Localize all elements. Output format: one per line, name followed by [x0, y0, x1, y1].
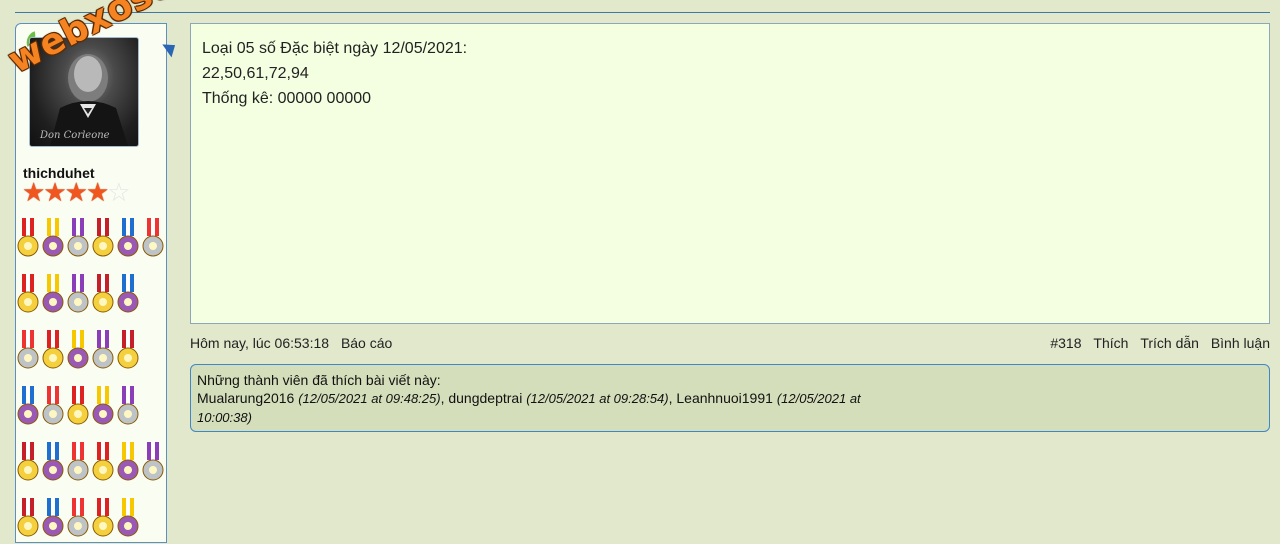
- like-button[interactable]: Thích: [1093, 335, 1128, 351]
- post-line: 22,50,61,72,94: [202, 65, 309, 82]
- medal-badge-icon: [117, 386, 139, 425]
- post-line: Thống kê: 00000 00000: [202, 90, 372, 107]
- medal-badge-icon: [17, 274, 39, 313]
- medal-badge-icon: [42, 274, 64, 313]
- star-icon: ★: [64, 177, 88, 207]
- medal-badge-icon: [142, 218, 164, 257]
- medal-badge-icon: [117, 330, 139, 369]
- medal-badge-icon: [92, 386, 114, 425]
- medal-badge-icon: [67, 442, 89, 481]
- medal-badge-icon: [67, 274, 89, 313]
- medal-badge-icon: [117, 498, 139, 537]
- pointer-arrow-icon: [162, 38, 180, 58]
- star-icon: ★: [43, 177, 66, 207]
- medal-badge-icon: [17, 330, 39, 369]
- medal-badge-icon: [42, 442, 64, 481]
- svg-text:Don Corleone: Don Corleone: [39, 130, 110, 141]
- medal-badge-icon: [42, 498, 64, 537]
- medal-badge-icon: [42, 330, 64, 369]
- medal-badge-icon: [17, 218, 39, 257]
- comment-button[interactable]: Bình luận: [1211, 335, 1270, 351]
- medal-badge-icon: [92, 330, 114, 369]
- medal-badge-icon: [42, 386, 64, 425]
- medal-badge-icon: [117, 274, 139, 313]
- user-rating-stars: ★★★★☆: [22, 177, 131, 207]
- liker-time: (12/05/2021 at 09:48:25): [298, 391, 441, 406]
- medal-badge-icon: [92, 274, 114, 313]
- user-info-panel: Don Corleone thichduhet ★★★★☆: [15, 23, 180, 543]
- medal-badge-icon: [67, 330, 89, 369]
- medal-badge-icon: [67, 386, 89, 425]
- liker-time: (12/05/2021 at 09:28:54): [526, 391, 669, 406]
- medal-badge-icon: [92, 218, 114, 257]
- post-timestamp: Hôm nay, lúc 06:53:18: [190, 335, 330, 351]
- medal-badge-icon: [67, 218, 89, 257]
- liker-name[interactable]: Leanhnuoi1991: [676, 390, 773, 406]
- star-icon: ★: [85, 177, 109, 207]
- medal-badge-icon: [117, 442, 139, 481]
- liker-name[interactable]: dungdeptrai: [448, 390, 522, 406]
- medal-badge-icon: [67, 498, 89, 537]
- post-line: Loại 05 số Đặc biệt ngày 12/05/2021:: [202, 40, 468, 57]
- top-divider: [15, 12, 1270, 13]
- medal-badge-icon: [17, 498, 39, 537]
- medal-badge-icon: [17, 386, 39, 425]
- star-icon: ★: [22, 177, 45, 207]
- quote-button[interactable]: Trích dẫn: [1140, 335, 1199, 351]
- liker-list: Mualarung2016 (12/05/2021 at 09:48:25), …: [197, 390, 861, 425]
- medal-badge-icon: [142, 442, 164, 481]
- likes-header: Những thành viên đã thích bài viết này:: [197, 372, 441, 388]
- medal-badge-icon: [92, 498, 114, 537]
- post-content: Loại 05 số Đặc biệt ngày 12/05/2021: 22,…: [190, 23, 1270, 324]
- star-empty-icon: ☆: [107, 177, 130, 207]
- medal-badge-icon: [17, 442, 39, 481]
- liker-name[interactable]: Mualarung2016: [197, 390, 294, 406]
- medal-badge-icon: [42, 218, 64, 257]
- medal-badge-icon: [92, 442, 114, 481]
- likes-summary: Những thành viên đã thích bài viết này: …: [190, 364, 1270, 432]
- post-footer: Hôm nay, lúc 06:53:18 Báo cáo #318 Thích…: [190, 335, 1270, 355]
- report-link[interactable]: Báo cáo: [341, 335, 392, 351]
- post-number-link[interactable]: #318: [1050, 335, 1081, 351]
- medal-badge-icon: [117, 218, 139, 257]
